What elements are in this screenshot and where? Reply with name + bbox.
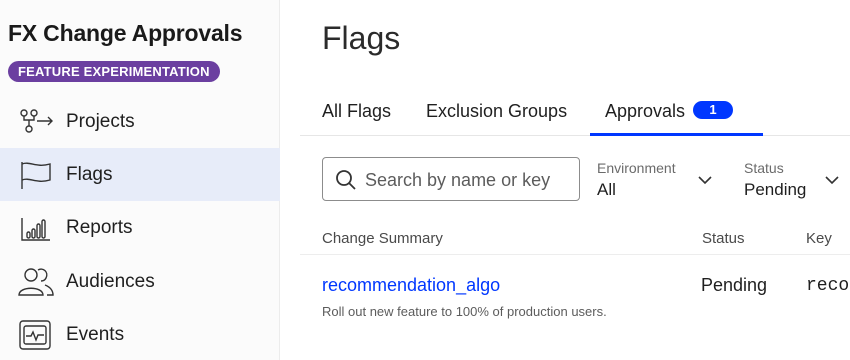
page-title: Flags — [322, 20, 401, 56]
sidebar-item-label: Reports — [66, 216, 133, 238]
tab-label: Approvals — [605, 101, 686, 121]
tab-label: Exclusion Groups — [426, 101, 568, 121]
tab-all-flags[interactable]: All Flags — [322, 88, 391, 136]
sidebar-item-label: Projects — [66, 110, 135, 132]
events-icon — [16, 318, 56, 352]
filter-value: Pending — [744, 180, 807, 199]
filter-label: Status — [744, 160, 784, 176]
tab-bar: All Flags Exclusion Groups Approvals 1 — [300, 88, 850, 136]
sidebar: FX Change Approvals FEATURE EXPERIMENTAT… — [0, 0, 280, 360]
sidebar-item-events[interactable]: Events — [0, 308, 280, 360]
search-icon — [335, 169, 357, 191]
audiences-icon — [16, 265, 56, 299]
chevron-down-icon — [824, 172, 840, 188]
tab-approvals[interactable]: Approvals 1 — [590, 88, 763, 136]
product-badge: FEATURE EXPERIMENTATION — [8, 61, 220, 82]
sidebar-item-label: Events — [66, 323, 125, 345]
sidebar-item-audiences[interactable]: Audiences — [0, 255, 280, 308]
change-description: Roll out new feature to 100% of producti… — [322, 304, 607, 319]
row-status: Pending — [701, 275, 768, 295]
tab-label: All Flags — [322, 101, 392, 121]
table-divider — [300, 254, 850, 255]
search-box[interactable] — [322, 157, 580, 201]
tab-exclusion-groups[interactable]: Exclusion Groups — [426, 88, 567, 136]
column-header-change-summary[interactable]: Change Summary — [322, 230, 443, 247]
sidebar-item-label: Audiences — [66, 270, 155, 292]
sidebar-item-projects[interactable]: Projects — [0, 95, 280, 148]
column-header-key[interactable]: Key — [806, 230, 832, 247]
column-header-status[interactable]: Status — [702, 230, 745, 247]
filter-value: All — [597, 180, 616, 199]
app-title: FX Change Approvals — [8, 20, 243, 46]
row-key: reco — [806, 276, 850, 296]
search-input[interactable] — [365, 166, 573, 194]
approvals-count-badge: 1 — [693, 101, 734, 120]
sidebar-item-label: Flags — [66, 163, 113, 185]
environment-filter[interactable]: Environment All — [597, 160, 719, 204]
sidebar-item-reports[interactable]: Reports — [0, 201, 280, 254]
filter-label: Environment — [597, 160, 676, 176]
status-filter[interactable]: Status Pending — [744, 160, 844, 204]
flag-icon — [16, 158, 56, 192]
projects-icon — [16, 105, 56, 139]
reports-icon — [16, 211, 56, 245]
sidebar-item-flags[interactable]: Flags — [0, 148, 280, 201]
flag-name-link[interactable]: recommendation_algo — [322, 275, 500, 296]
chevron-down-icon — [697, 172, 713, 188]
